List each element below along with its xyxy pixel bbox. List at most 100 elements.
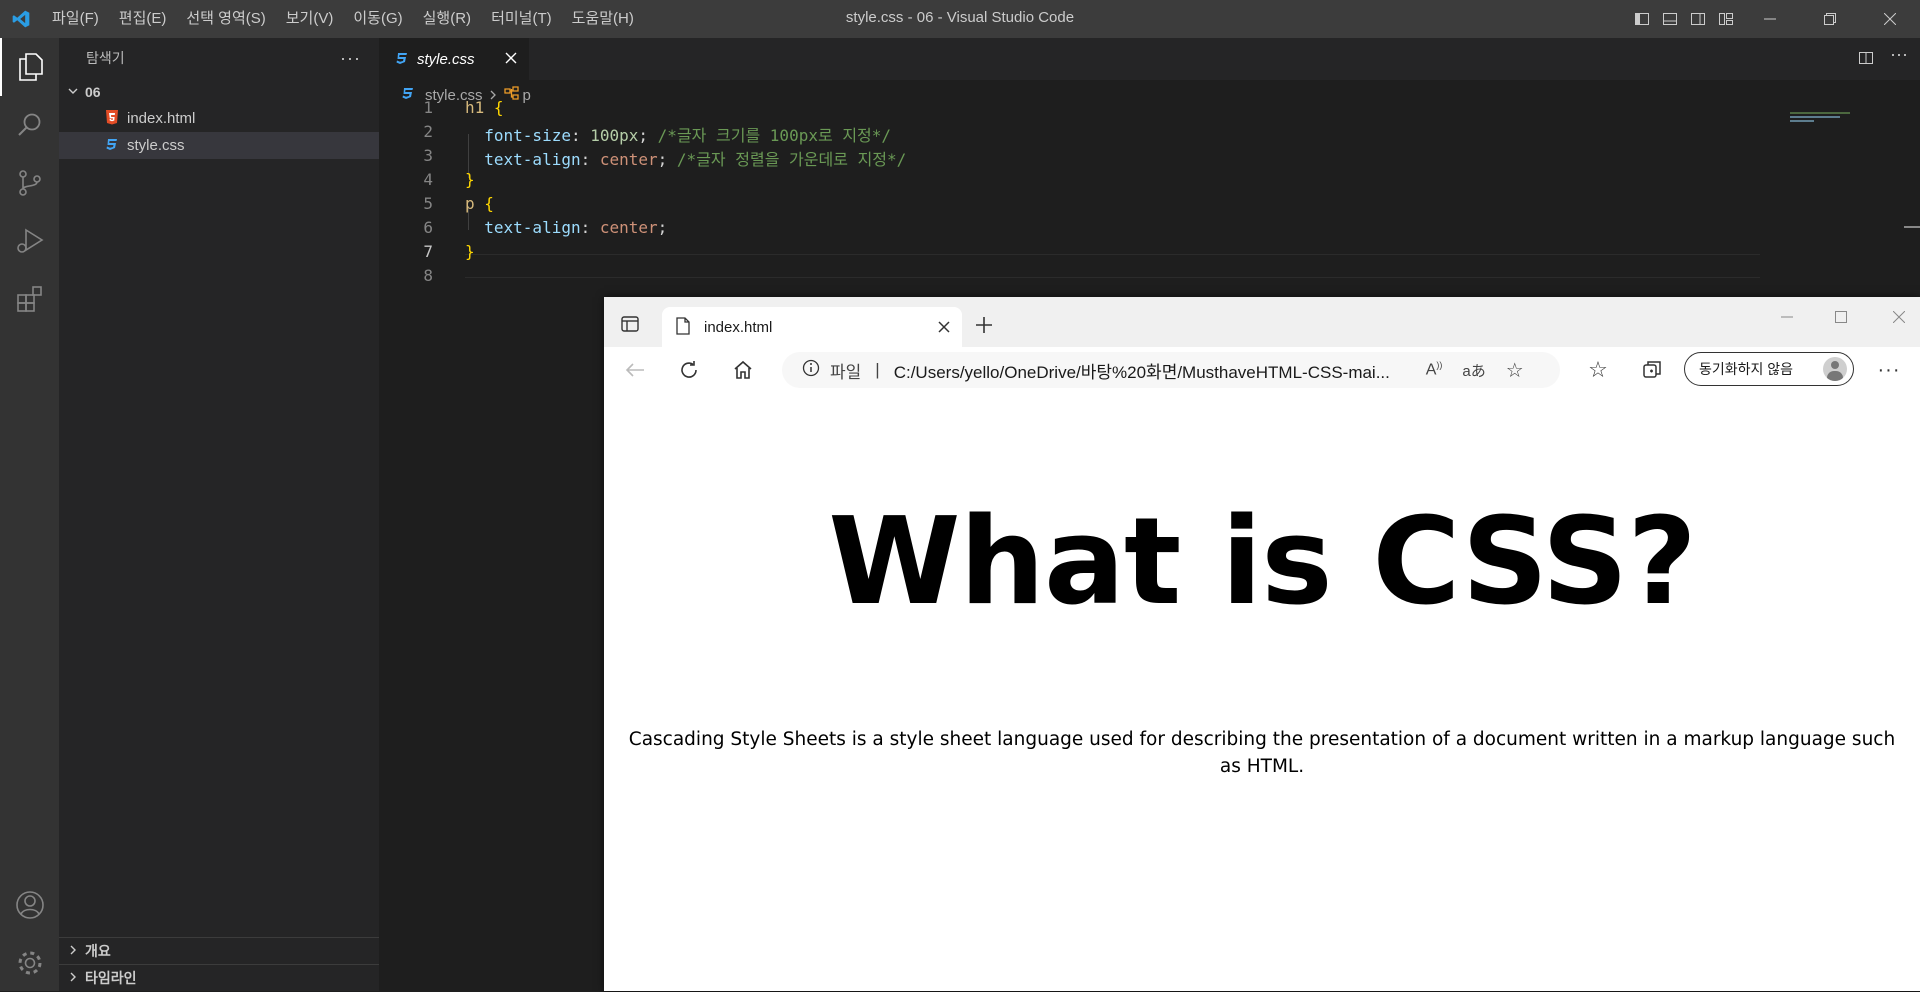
home-icon[interactable] [730,357,756,383]
browser-close-icon[interactable] [1884,305,1914,329]
code-token: } [465,170,475,189]
minimap[interactable] [1790,110,1904,124]
address-separator: | [875,360,880,379]
settings-gear-icon[interactable] [0,934,59,992]
editor-more-actions-icon[interactable]: ··· [1890,44,1908,65]
browser-minimize-icon[interactable] [1772,305,1802,329]
menu-bar: 파일(F) 편집(E) 선택 영역(S) 보기(V) 이동(G) 실행(R) 터… [42,0,644,38]
browser-tab[interactable]: index.html [662,307,962,347]
code-token: font-size [484,126,571,145]
collections-icon[interactable] [1638,357,1666,383]
line-number: 8 [423,266,433,285]
page-icon [676,316,690,338]
page-paragraph: Cascading Style Sheets is a style sheet … [628,729,1896,777]
folder-row[interactable]: 06 [59,78,379,105]
chevron-right-icon [67,943,85,959]
outline-section[interactable]: 개요 [59,937,379,964]
toggle-primary-sidebar-icon[interactable] [1628,0,1656,38]
menu-terminal[interactable]: 터미널(T) [481,0,562,38]
breadcrumb: style.css p [379,80,1920,110]
sync-profile-button[interactable]: 동기화하지 않음 [1684,352,1854,386]
code-editor[interactable]: 1 h1 {2 font-size: 100px; /*글자 크기를 100px로… [379,98,1779,310]
source-control-icon[interactable] [0,154,59,212]
code-token: ; [657,150,677,169]
tab-label: style.css [417,50,475,68]
breadcrumb-symbol[interactable]: p [523,87,531,104]
menu-help[interactable]: 도움말(H) [562,0,644,38]
add-favorite-icon[interactable]: ☆ [1506,358,1524,383]
code-line: } [465,170,475,189]
code-token: h1 [465,98,485,117]
tab-style-css[interactable]: style.css [379,38,529,80]
timeline-section[interactable]: 타임라인 [59,964,379,991]
refresh-icon[interactable] [676,357,702,383]
close-window-icon[interactable] [1860,0,1920,38]
code-token: { [493,98,504,117]
menu-run[interactable]: 실행(R) [413,0,481,38]
code-token: } [465,242,475,261]
toggle-panel-icon[interactable] [1656,0,1684,38]
code-token: : [580,218,600,237]
address-bar[interactable]: 파일 | C:/Users/yello/OneDrive/바탕%20화면/Mus… [782,352,1560,388]
favorites-icon[interactable]: ☆ [1584,357,1612,383]
sync-label: 동기화하지 않음 [1699,361,1794,377]
current-line-highlight [465,254,1760,278]
browser-tab-title: index.html [704,318,773,336]
avatar [1823,357,1847,381]
vscode-logo-icon[interactable] [0,0,42,38]
extensions-icon[interactable] [0,270,59,328]
file-name: style.css [127,137,185,154]
new-tab-icon[interactable] [972,313,996,337]
browser-maximize-icon[interactable] [1826,305,1856,329]
menu-file[interactable]: 파일(F) [42,0,109,38]
line-number: 2 [423,122,433,141]
close-tab-icon[interactable] [505,52,517,67]
code-line: p { [465,194,494,213]
menu-edit[interactable]: 편집(E) [109,0,177,38]
toggle-secondary-sidebar-icon[interactable] [1684,0,1712,38]
code-token: { [484,194,494,213]
line-number: 4 [423,170,433,189]
explorer-files-icon[interactable] [0,38,59,96]
browser-tab-strip: index.html [604,297,1920,347]
menu-selection[interactable]: 선택 영역(S) [176,0,275,38]
page-heading: What is CSS? [828,493,1697,632]
file-row-index-html[interactable]: index.html [59,105,379,132]
run-debug-icon[interactable] [0,212,59,270]
restore-icon[interactable] [1800,0,1860,38]
menu-go[interactable]: 이동(G) [343,0,412,38]
info-icon[interactable] [802,359,820,382]
customize-layout-icon[interactable] [1712,0,1740,38]
tab-actions-icon[interactable] [618,312,642,336]
split-editor-icon[interactable] [1858,50,1874,69]
account-icon[interactable] [0,876,59,934]
read-aloud-icon[interactable]: A)) [1426,360,1443,379]
translate-icon[interactable]: aあ [1462,360,1485,381]
file-row-style-css[interactable]: style.css [59,132,379,159]
code-line: font-size: 100px; /*글자 크기를 100px로 지정*/ [465,122,891,146]
close-tab-icon[interactable] [938,321,950,336]
browser-toolbar: 파일 | C:/Users/yello/OneDrive/바탕%20화면/Mus… [604,347,1920,394]
css-file-icon [395,51,417,68]
code-token: : [570,126,591,145]
search-icon[interactable] [0,96,59,154]
browser-window: index.html 파일 | C:/Users/yello/OneDrive/… [604,297,1920,991]
minimize-icon[interactable] [1740,0,1800,38]
more-actions-icon[interactable]: ··· [340,48,361,69]
code-line: h1 { [465,98,504,117]
line-number: 3 [423,146,433,165]
line-number: 5 [423,194,433,213]
line-number: 7 [423,242,433,261]
explorer-sidebar: 탐색기 ··· 06 index.html style.css 개요 타임라인 [59,38,379,991]
explorer-title: 탐색기 [86,50,125,66]
code-token: text-align [484,150,581,169]
code-token: center [599,150,658,169]
menu-view[interactable]: 보기(V) [276,0,344,38]
back-arrow-icon[interactable] [622,357,648,383]
code-token: center [599,218,658,237]
settings-more-icon[interactable]: ··· [1874,357,1904,383]
